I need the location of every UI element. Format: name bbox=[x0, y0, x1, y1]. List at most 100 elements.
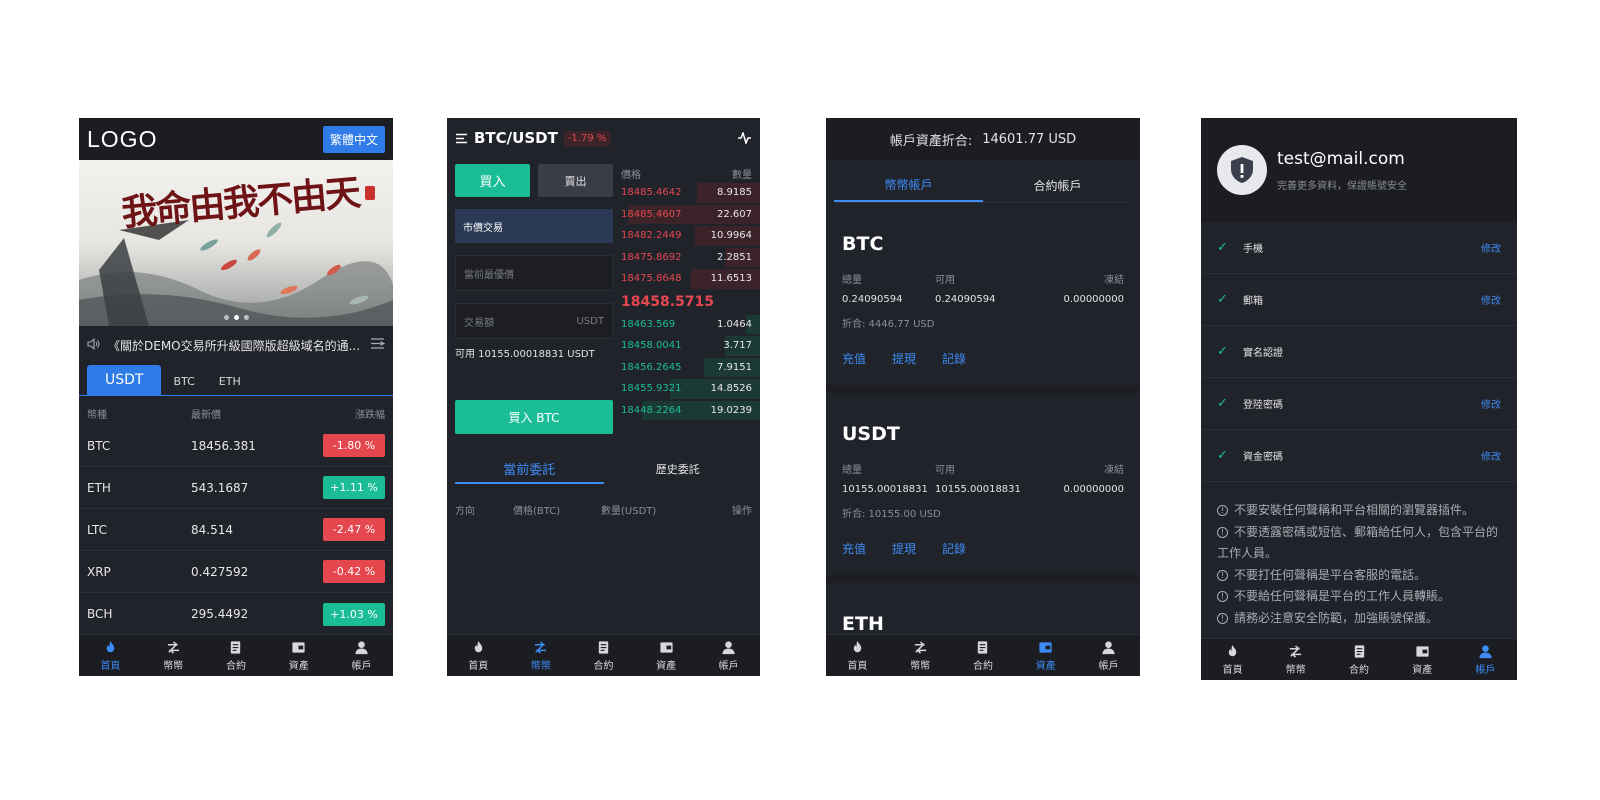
nav-account[interactable]: 帳戶 bbox=[1077, 635, 1140, 676]
nav-account[interactable]: 帳戶 bbox=[330, 635, 393, 676]
nav-home[interactable]: 首頁 bbox=[79, 635, 142, 676]
nav-assets[interactable]: 資產 bbox=[1014, 635, 1077, 676]
ask-row[interactable]: 18475.8648 11.6513 bbox=[621, 268, 760, 290]
market-price: 543.1687 bbox=[191, 480, 249, 495]
nav-contract[interactable]: 合約 bbox=[1327, 639, 1390, 680]
tab-btc[interactable]: BTC bbox=[161, 367, 206, 395]
nav-contract[interactable]: 合約 bbox=[572, 635, 635, 676]
tab-contract-account[interactable]: 合約帳戶 bbox=[983, 168, 1132, 202]
ask-row[interactable]: 18482.2449 10.9964 bbox=[621, 225, 760, 247]
nav-contract[interactable]: 合約 bbox=[205, 635, 268, 676]
withdraw-link[interactable]: 提現 bbox=[892, 540, 916, 557]
list-menu-icon[interactable] bbox=[370, 337, 386, 353]
tab-eth[interactable]: ETH bbox=[207, 367, 253, 395]
menu-icon[interactable] bbox=[455, 129, 468, 148]
nav-assets[interactable]: 資產 bbox=[267, 635, 330, 676]
nav-label: 帳戶 bbox=[1475, 664, 1496, 676]
order-type-select[interactable]: 市價交易 bbox=[455, 209, 613, 243]
security-label: 實名認證 bbox=[1243, 348, 1283, 359]
flame-icon bbox=[853, 640, 862, 652]
book-qty: 2.2851 bbox=[717, 251, 752, 263]
notice-bar[interactable]: 《關於DEMO交易所升級國際版超級域名的通... bbox=[79, 326, 393, 364]
bid-row[interactable]: 18458.0041 3.717 bbox=[621, 335, 760, 357]
nav-home[interactable]: 首頁 bbox=[826, 635, 889, 676]
banner[interactable]: 我命由我不由天 bbox=[79, 160, 393, 326]
info-icon: ! bbox=[1217, 591, 1228, 602]
nav-contract[interactable]: 合約 bbox=[952, 635, 1015, 676]
edit-link[interactable]: 修改 bbox=[1481, 240, 1501, 255]
price-input[interactable]: 當前最優價 bbox=[455, 255, 613, 291]
banner-dot[interactable] bbox=[223, 315, 229, 320]
pair-title[interactable]: BTC/USDT bbox=[474, 129, 558, 147]
edit-link[interactable]: 修改 bbox=[1481, 448, 1501, 463]
change-badge: -1.80 % bbox=[323, 434, 385, 457]
tab-history-orders[interactable]: 歷史委託 bbox=[604, 454, 753, 484]
security-label: 郵箱 bbox=[1243, 296, 1263, 307]
market-row[interactable]: LTC 84.514 -2.47 % bbox=[79, 509, 393, 551]
wallet-icon bbox=[292, 641, 305, 653]
security-item-email[interactable]: ✓ 郵箱 修改 bbox=[1201, 274, 1517, 326]
nav-coin[interactable]: 幣幣 bbox=[142, 635, 205, 676]
nav-coin[interactable]: 幣幣 bbox=[889, 635, 952, 676]
edit-link[interactable]: 修改 bbox=[1481, 292, 1501, 307]
security-item-kyc[interactable]: ✓ 實名認證 bbox=[1201, 326, 1517, 378]
market-row[interactable]: ETH 543.1687 +1.11 % bbox=[79, 467, 393, 509]
logo: LOGO bbox=[87, 125, 158, 152]
market-row[interactable]: XRP 0.427592 -0.42 % bbox=[79, 551, 393, 593]
check-icon: ✓ bbox=[1217, 240, 1228, 255]
ask-row[interactable]: 18485.4642 8.9185 bbox=[621, 182, 760, 204]
tab-current-orders[interactable]: 當前委託 bbox=[455, 454, 604, 484]
ask-row[interactable]: 18485.4607 22.607 bbox=[621, 204, 760, 226]
price-placeholder: 當前最優價 bbox=[464, 269, 514, 281]
tab-usdt[interactable]: USDT bbox=[87, 365, 162, 395]
notice-text[interactable]: 《關於DEMO交易所升級國際版超級域名的通... bbox=[108, 337, 362, 354]
bid-row[interactable]: 18463.569 1.0464 bbox=[621, 314, 760, 336]
sell-tab-button[interactable]: 賣出 bbox=[538, 164, 613, 197]
flame-icon bbox=[474, 640, 483, 652]
banner-dot[interactable] bbox=[243, 315, 249, 320]
last-price[interactable]: 18458.5715 bbox=[621, 290, 760, 314]
available-balance: 可用 10155.00018831 USDT bbox=[455, 349, 595, 360]
records-link[interactable]: 記錄 bbox=[942, 540, 966, 557]
nav-assets[interactable]: 資產 bbox=[635, 635, 698, 676]
language-button[interactable]: 繁體中文 bbox=[322, 125, 385, 153]
buy-tab-button[interactable]: 買入 bbox=[455, 164, 530, 197]
security-item-fund-password[interactable]: ✓ 資金密碼 修改 bbox=[1201, 430, 1517, 482]
user-icon bbox=[1479, 644, 1492, 658]
check-icon: ✓ bbox=[1217, 396, 1228, 411]
user-icon bbox=[355, 640, 368, 654]
bid-row[interactable]: 18455.9321 14.8526 bbox=[621, 378, 760, 400]
change-badge: -2.47 % bbox=[323, 518, 385, 541]
amount-input[interactable]: 交易額 USDT bbox=[455, 303, 613, 339]
nav-account[interactable]: 帳戶 bbox=[697, 635, 760, 676]
security-item-phone[interactable]: ✓ 手機 修改 bbox=[1201, 222, 1517, 274]
buy-btc-button[interactable]: 買入 BTC bbox=[455, 400, 613, 434]
value-total: 0.24090594 bbox=[842, 294, 903, 305]
ask-row[interactable]: 18475.8692 2.2851 bbox=[621, 247, 760, 269]
nav-home[interactable]: 首頁 bbox=[447, 635, 510, 676]
bid-row[interactable]: 18448.2264 19.0239 bbox=[621, 400, 760, 422]
edit-link[interactable]: 修改 bbox=[1481, 396, 1501, 411]
banner-pagination[interactable] bbox=[79, 315, 393, 320]
pulse-chart-icon[interactable] bbox=[737, 129, 752, 148]
bid-row[interactable]: 18456.2645 7.9151 bbox=[621, 357, 760, 379]
nav-coin[interactable]: 幣幣 bbox=[1264, 639, 1327, 680]
profile-header: test@mail.com 完善更多資料，保證賬號安全 bbox=[1201, 118, 1517, 222]
nav-label: 資產 bbox=[1035, 660, 1056, 672]
nav-coin[interactable]: 幣幣 bbox=[510, 635, 573, 676]
change-badge: +1.11 % bbox=[323, 476, 385, 499]
tab-coin-account[interactable]: 幣幣帳戶 bbox=[834, 168, 983, 202]
asset-name: USDT bbox=[842, 423, 900, 445]
nav-home[interactable]: 首頁 bbox=[1201, 639, 1264, 680]
records-link[interactable]: 記錄 bbox=[942, 350, 966, 367]
withdraw-link[interactable]: 提現 bbox=[892, 350, 916, 367]
deposit-link[interactable]: 充值 bbox=[842, 350, 866, 367]
nav-account[interactable]: 帳戶 bbox=[1454, 639, 1517, 680]
security-item-login-password[interactable]: ✓ 登陸密碼 修改 bbox=[1201, 378, 1517, 430]
market-row[interactable]: BCH 295.4492 +1.03 % bbox=[79, 593, 393, 635]
profile-subtitle: 完善更多資料，保證賬號安全 bbox=[1277, 180, 1407, 192]
deposit-link[interactable]: 充值 bbox=[842, 540, 866, 557]
market-row[interactable]: BTC 18456.381 -1.80 % bbox=[79, 425, 393, 467]
banner-dot-active[interactable] bbox=[233, 315, 239, 320]
nav-assets[interactable]: 資產 bbox=[1391, 639, 1454, 680]
